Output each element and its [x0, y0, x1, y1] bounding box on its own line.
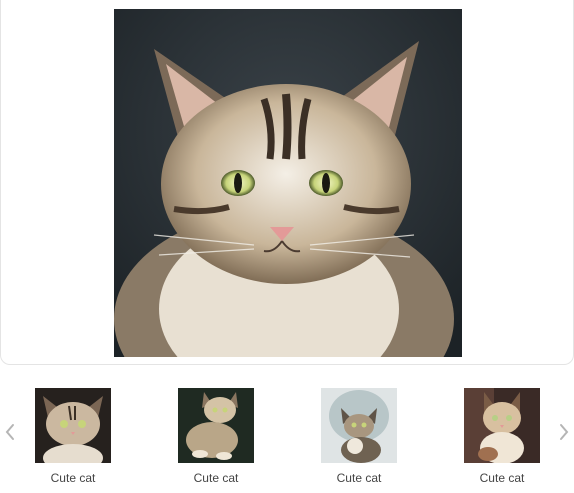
thumbnail-item[interactable]: Cute cat — [309, 388, 409, 485]
thumbnail-caption: Cute cat — [336, 471, 382, 485]
thumbnail-strip: Cute cat Cute cat Cute cat Cute cat — [0, 370, 574, 493]
chevron-left-icon[interactable] — [2, 420, 18, 444]
main-image[interactable] — [114, 9, 462, 357]
image-viewer — [0, 0, 574, 365]
thumbnail-image[interactable] — [178, 388, 254, 463]
thumbnail-image[interactable] — [321, 388, 397, 463]
thumbnail-item[interactable]: Cute cat — [166, 388, 266, 485]
thumbnail-item[interactable]: Cute cat — [452, 388, 552, 485]
thumbnail-item[interactable]: Cute cat — [23, 388, 123, 485]
thumbnail-image[interactable] — [35, 388, 111, 463]
thumbnail-caption: Cute cat — [479, 471, 525, 485]
thumbnail-caption: Cute cat — [193, 471, 239, 485]
thumbnail-caption: Cute cat — [50, 471, 96, 485]
thumbnail-image[interactable] — [464, 388, 540, 463]
chevron-right-icon[interactable] — [556, 420, 572, 444]
